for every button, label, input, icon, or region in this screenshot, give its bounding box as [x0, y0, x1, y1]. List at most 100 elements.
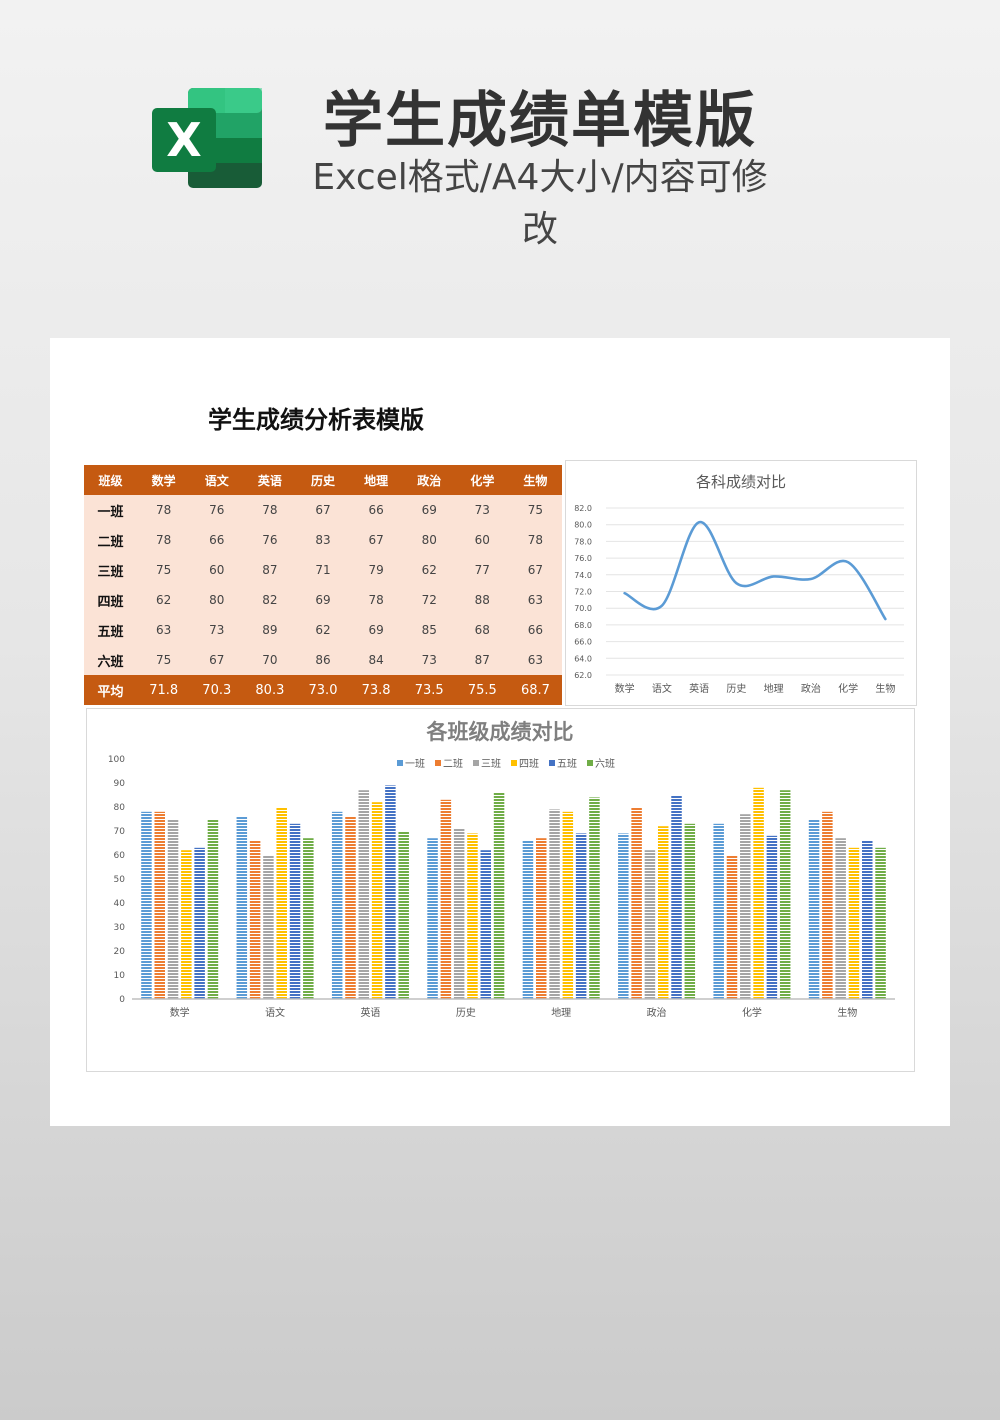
table-cell: 63 [137, 615, 191, 645]
table-cell: 75 [137, 555, 191, 585]
x-tick-label: 化学 [742, 1006, 762, 1019]
table-cell: 66 [508, 615, 562, 645]
table-cell: 67 [296, 495, 350, 525]
bar [589, 797, 600, 999]
table-row: 五班 63 73 89 62 69 85 68 66 [84, 615, 562, 645]
bar [371, 802, 383, 999]
y-tick-label: 70 [114, 827, 126, 837]
y-tick-label: 100 [108, 755, 125, 765]
table-cell: 76 [243, 525, 297, 555]
table-cell: 60 [190, 555, 244, 585]
bar [263, 855, 274, 999]
legend-label: 六班 [595, 758, 615, 770]
legend-swatch [397, 760, 403, 766]
table-cell: 60 [455, 525, 509, 555]
bar [848, 847, 860, 999]
bar [141, 811, 152, 999]
x-tick-label: 英语 [689, 682, 709, 695]
bar [289, 823, 301, 999]
bar [618, 833, 629, 999]
bar [249, 840, 261, 999]
legend-swatch [473, 760, 479, 766]
x-tick-label: 数学 [615, 682, 635, 695]
legend-label: 四班 [519, 758, 539, 770]
bar [875, 847, 886, 999]
table-cell: 78 [349, 585, 403, 615]
table-cell: 67 [190, 645, 244, 675]
table-cell: 69 [349, 615, 403, 645]
table-cell: 75 [137, 645, 191, 675]
table-cell: 62 [402, 555, 456, 585]
bar [562, 811, 574, 999]
logo-letter: X [166, 113, 201, 167]
average-cell: 80.3 [243, 675, 297, 705]
bar [549, 809, 560, 999]
average-cell: 71.8 [137, 675, 191, 705]
bar [522, 840, 534, 999]
y-tick-label: 90 [114, 779, 126, 789]
average-cell: 75.5 [455, 675, 509, 705]
table-cell: 84 [349, 645, 403, 675]
table-cell: 80 [402, 525, 456, 555]
table-cell: 66 [190, 525, 244, 555]
bar [358, 790, 370, 999]
row-label: 三班 [84, 555, 138, 585]
legend-swatch [549, 760, 555, 766]
x-tick-label: 生物 [837, 1006, 857, 1019]
table-cell: 88 [455, 585, 509, 615]
y-tick-label: 50 [114, 875, 126, 885]
table-cell: 67 [349, 525, 403, 555]
table-cell: 83 [296, 525, 350, 555]
average-cell: 73.5 [402, 675, 456, 705]
x-tick-label: 地理 [551, 1006, 571, 1019]
column-header: 政治 [402, 465, 456, 495]
legend-swatch [511, 760, 517, 766]
bar [684, 823, 696, 999]
average-row: 平均 71.8 70.3 80.3 73.0 73.8 73.5 75.5 68… [84, 675, 562, 705]
bar [453, 828, 465, 999]
bar [207, 819, 219, 999]
table-cell: 70 [243, 645, 297, 675]
bar [236, 816, 248, 999]
average-cell: 70.3 [190, 675, 244, 705]
table-cell: 82 [243, 585, 297, 615]
bar [194, 847, 205, 999]
table-cell: 78 [137, 525, 191, 555]
table-cell: 80 [190, 585, 244, 615]
column-header: 生物 [508, 465, 562, 495]
y-tick-label: 76.0 [574, 554, 592, 563]
table-row: 二班 78 66 76 83 67 80 60 78 [84, 525, 562, 555]
table-cell: 68 [455, 615, 509, 645]
bar [345, 816, 356, 999]
row-label: 四班 [84, 585, 138, 615]
table-cell: 78 [137, 495, 191, 525]
bar [181, 850, 192, 999]
table-cell: 63 [508, 585, 562, 615]
bar [385, 785, 396, 999]
legend-label: 三班 [481, 758, 501, 770]
average-cell: 73.8 [349, 675, 403, 705]
y-tick-label: 80 [114, 803, 126, 813]
x-tick-label: 历史 [726, 683, 746, 695]
x-tick-label: 政治 [647, 1006, 667, 1019]
bar [467, 833, 478, 999]
table-cell: 86 [296, 645, 350, 675]
series-line [623, 520, 887, 621]
bar [440, 799, 452, 999]
bar [766, 835, 778, 999]
table-cell: 78 [508, 525, 562, 555]
y-tick-label: 70.0 [574, 604, 592, 613]
bar [740, 814, 751, 999]
x-tick-label: 语文 [652, 682, 672, 695]
table-cell: 87 [243, 555, 297, 585]
x-tick-label: 生物 [875, 682, 895, 695]
table-cell: 85 [402, 615, 456, 645]
bar [644, 850, 656, 999]
table-cell: 78 [243, 495, 297, 525]
y-tick-label: 20 [114, 947, 126, 957]
bar [808, 819, 820, 999]
table-row: 三班 75 60 87 71 79 62 77 67 [84, 555, 562, 585]
bar [167, 819, 179, 999]
bar [154, 811, 165, 999]
legend-label: 二班 [443, 758, 463, 770]
